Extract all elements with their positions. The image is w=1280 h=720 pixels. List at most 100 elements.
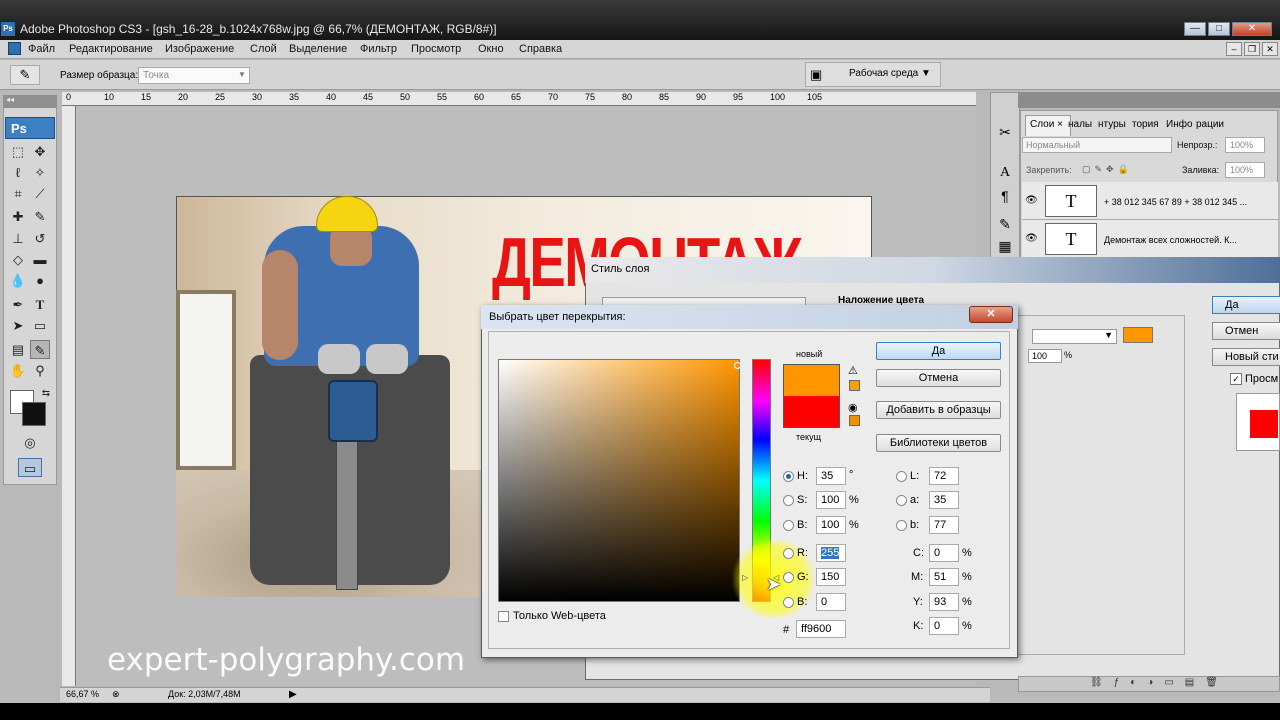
ps-logo[interactable]: Ps — [5, 117, 55, 139]
fill-input[interactable]: 100% — [1225, 162, 1265, 178]
input-m[interactable]: 51 — [929, 568, 959, 586]
new-style-button[interactable]: Новый сти — [1212, 348, 1280, 366]
radio-r[interactable] — [783, 548, 794, 559]
dodge-tool-icon[interactable]: ● — [30, 271, 50, 290]
menu-edit[interactable]: Редактирование — [69, 43, 153, 55]
eraser-tool-icon[interactable]: ◇ — [8, 250, 28, 269]
move-tool-icon[interactable]: ✥ — [30, 142, 50, 161]
menu-select[interactable]: Выделение — [289, 43, 347, 55]
radio-g[interactable] — [783, 572, 794, 583]
current-color-swatch[interactable] — [783, 396, 840, 428]
input-c[interactable]: 0 — [929, 544, 959, 562]
menu-view[interactable]: Просмотр — [411, 43, 461, 55]
zoom-level[interactable]: 66,67 % — [66, 689, 99, 699]
doc-close-icon[interactable]: ✕ — [1262, 42, 1278, 56]
healing-brush-icon[interactable]: ✚ — [8, 207, 28, 226]
crop-tool-icon[interactable]: ⌗ — [8, 184, 28, 203]
eye-icon[interactable]: 👁 — [1025, 195, 1038, 206]
web-colors-checkbox[interactable] — [498, 611, 509, 622]
overlay-color-swatch[interactable] — [1123, 327, 1153, 343]
close-window-button[interactable]: ✕ — [1232, 22, 1272, 36]
tab-info[interactable]: Инфо — [1166, 119, 1193, 130]
quick-mask-icon[interactable]: ◎ — [20, 433, 40, 452]
character-panel-icon[interactable]: A — [995, 163, 1015, 183]
clone-panel-icon[interactable]: ▦ — [995, 236, 1015, 256]
radio-blue[interactable] — [783, 597, 794, 608]
input-g[interactable]: 150 — [816, 568, 846, 586]
radio-h[interactable] — [783, 471, 794, 482]
layer-style-cancel-button[interactable]: Отмен — [1212, 322, 1280, 340]
color-libraries-button[interactable]: Библиотеки цветов — [876, 434, 1001, 452]
toolbox-header[interactable]: ◂◂ — [3, 95, 57, 108]
input-b[interactable]: 100 — [816, 516, 846, 534]
menu-file[interactable]: Файл — [28, 43, 55, 55]
eyedropper-icon[interactable]: ✎ — [10, 65, 40, 85]
layer-name[interactable]: + 38 012 345 67 89 + 38 012 345 ... — [1104, 197, 1247, 207]
lasso-tool-icon[interactable]: ℓ — [8, 163, 28, 182]
menu-help[interactable]: Справка — [519, 43, 562, 55]
layers-footer-icons[interactable]: ⛓ƒ◐◑▭▤🗑 — [1090, 677, 1229, 688]
lock-icons[interactable]: ▢✎✥🔒 — [1082, 164, 1133, 175]
radio-lab-b[interactable] — [896, 520, 907, 531]
document-icon[interactable] — [8, 42, 21, 55]
web-safe-warning-icon[interactable]: ◉ — [848, 401, 858, 414]
history-brush-icon[interactable]: ↺ — [30, 229, 50, 248]
menu-image[interactable]: Изображение — [165, 43, 234, 55]
brush-tool-icon[interactable]: ✎ — [30, 207, 50, 226]
radio-l[interactable] — [896, 471, 907, 482]
radio-b[interactable] — [783, 520, 794, 531]
hue-slider-handle-left[interactable]: ▷ — [742, 573, 748, 582]
tools-panel-icon[interactable]: ✂ — [995, 122, 1015, 142]
input-k[interactable]: 0 — [929, 617, 959, 635]
input-blue[interactable]: 0 — [816, 593, 846, 611]
input-a[interactable]: 35 — [929, 491, 959, 509]
swap-colors-icon[interactable]: ⇆ — [36, 384, 56, 403]
path-select-icon[interactable]: ➤ — [8, 316, 28, 335]
input-s[interactable]: 100 — [816, 491, 846, 509]
input-lab-b[interactable]: 77 — [929, 516, 959, 534]
input-y[interactable]: 93 — [929, 593, 959, 611]
shape-tool-icon[interactable]: ▭ — [30, 316, 50, 335]
maximize-button[interactable]: □ — [1208, 22, 1230, 36]
color-field[interactable] — [498, 359, 740, 602]
paragraph-panel-icon[interactable]: ¶ — [995, 186, 1015, 206]
menu-window[interactable]: Окно — [478, 43, 504, 55]
marquee-tool-icon[interactable]: ⬚ — [8, 142, 28, 161]
eye-icon[interactable]: 👁 — [1025, 233, 1038, 244]
overlay-blend-select[interactable]: ▼ — [1032, 329, 1117, 344]
magic-wand-icon[interactable]: ✧ — [30, 163, 50, 182]
doc-restore-icon[interactable]: ❐ — [1244, 42, 1260, 56]
input-r[interactable]: 255 — [816, 544, 846, 562]
blur-tool-icon[interactable]: 💧 — [8, 271, 28, 290]
menu-filter[interactable]: Фильтр — [360, 43, 397, 55]
opacity-input[interactable]: 100% — [1225, 137, 1265, 153]
color-ok-button[interactable]: Да — [876, 342, 1001, 360]
preview-checkbox[interactable]: ✓ — [1230, 373, 1242, 385]
gamut-warning-icon[interactable]: ⚠ — [848, 364, 858, 377]
blend-mode-select[interactable]: Нормальный — [1022, 137, 1172, 153]
slice-tool-icon[interactable]: ⟋ — [30, 184, 50, 203]
menu-layer[interactable]: Слой — [250, 43, 277, 55]
hand-tool-icon[interactable]: ✋ — [8, 361, 28, 380]
input-h[interactable]: 35 — [816, 467, 846, 485]
gamut-color-swatch[interactable] — [849, 380, 860, 391]
hex-input[interactable]: ff9600 — [796, 620, 846, 638]
status-icon[interactable]: ⊗ — [112, 689, 120, 700]
overlay-opacity-input[interactable]: 100 — [1028, 349, 1062, 363]
gradient-tool-icon[interactable]: ▬ — [30, 250, 50, 269]
radio-a[interactable] — [896, 495, 907, 506]
color-cancel-button[interactable]: Отмена — [876, 369, 1001, 387]
notes-tool-icon[interactable]: ▤ — [8, 340, 28, 359]
input-l[interactable]: 72 — [929, 467, 959, 485]
color-field-marker[interactable] — [734, 362, 741, 369]
doc-minimize-icon[interactable]: – — [1226, 42, 1242, 56]
layer-style-titlebar[interactable] — [585, 257, 1280, 283]
web-safe-color-swatch[interactable] — [849, 415, 860, 426]
minimize-button[interactable]: — — [1184, 22, 1206, 36]
brushes-panel-icon[interactable]: ✎ — [995, 214, 1015, 234]
radio-s[interactable] — [783, 495, 794, 506]
background-color-swatch[interactable] — [22, 402, 46, 426]
status-arrow-icon[interactable]: ▶ — [289, 689, 297, 700]
pen-tool-icon[interactable]: ✒ — [8, 295, 28, 314]
sample-size-select[interactable]: Точка — [138, 67, 250, 84]
